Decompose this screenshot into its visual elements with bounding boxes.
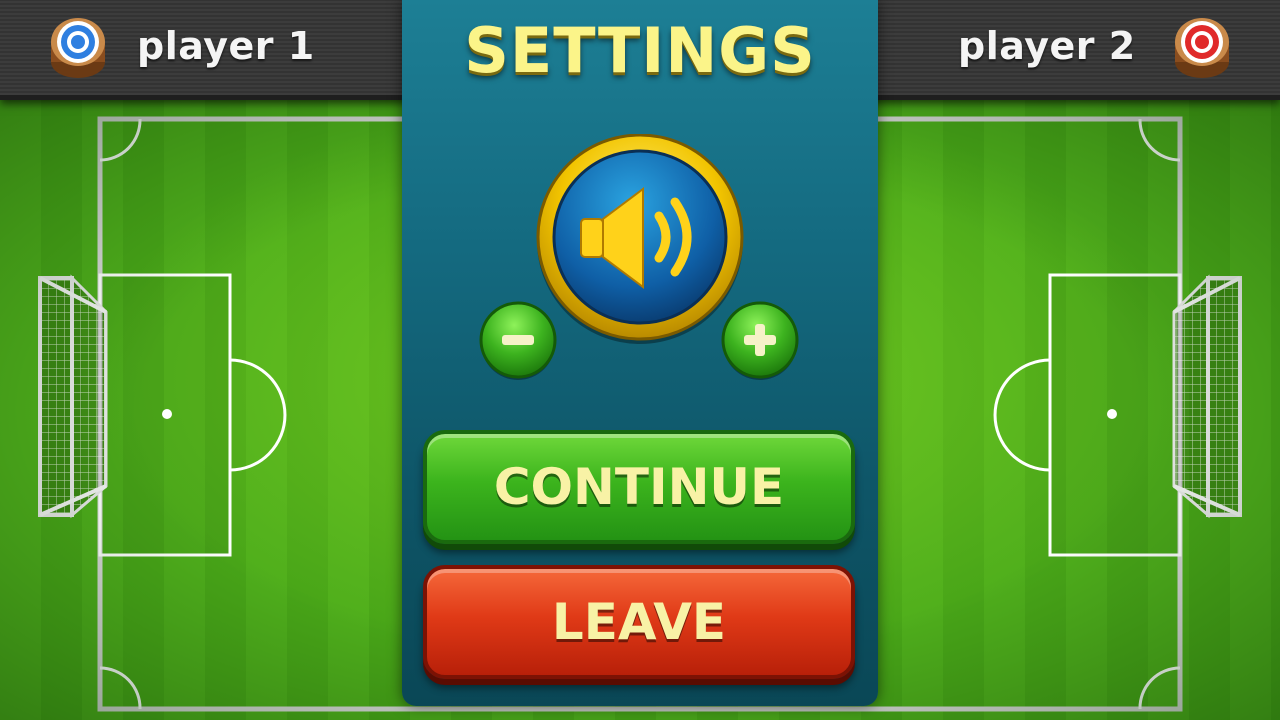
player2-target-icon <box>1175 18 1229 78</box>
leave-button-label: LEAVE <box>551 593 727 651</box>
settings-panel: SETTINGS CONTINUE LEAVE <box>402 0 878 706</box>
continue-button-label: CONTINUE <box>493 458 785 516</box>
penalty-spot-right <box>1107 409 1117 419</box>
corner-arc-bottom-left <box>99 666 142 710</box>
minus-icon <box>502 335 534 345</box>
sound-toggle-button[interactable] <box>535 134 745 344</box>
volume-up-button[interactable] <box>720 300 800 380</box>
penalty-arc-right <box>993 358 1051 472</box>
penalty-arc-left <box>229 358 287 472</box>
player2-name: player 2 <box>958 24 1136 68</box>
player1-target-icon <box>51 18 105 78</box>
leave-button[interactable]: LEAVE <box>423 565 855 679</box>
goal-left <box>38 274 108 519</box>
player1-name: player 1 <box>137 24 315 68</box>
corner-arc-top-right <box>1138 118 1181 162</box>
continue-button[interactable]: CONTINUE <box>423 430 855 544</box>
volume-down-button[interactable] <box>478 300 558 380</box>
corner-arc-bottom-right <box>1138 666 1181 710</box>
settings-title: SETTINGS <box>464 14 816 87</box>
corner-arc-top-left <box>99 118 142 162</box>
penalty-spot-left <box>162 409 172 419</box>
goal-right <box>1172 274 1242 519</box>
